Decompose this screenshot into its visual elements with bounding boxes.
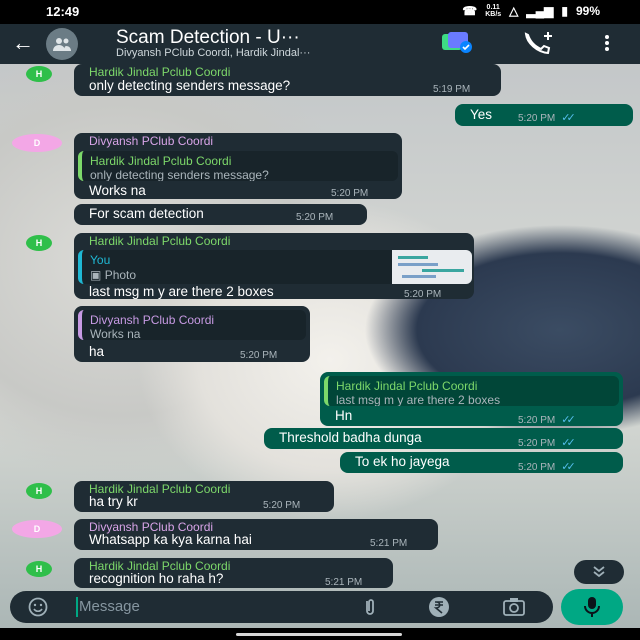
chat-participants[interactable]: Divyansh PClub Coordi, Hardik Jindal··· [116, 47, 416, 59]
sender-name: Hardik Jindal Pclub Coordi [89, 234, 231, 248]
quoted-sender: Hardik Jindal Pclub Coordi [336, 379, 478, 393]
read-ticks-icon: ✓✓ [561, 414, 576, 426]
message-bubble[interactable]: Divyansh PClub Coordi Hardik Jindal Pclu… [74, 133, 402, 199]
sender-avatar[interactable]: H [26, 235, 52, 251]
scroll-down-icon[interactable] [574, 560, 624, 584]
read-ticks-icon: ✓✓ [561, 112, 576, 124]
message-bubble[interactable]: Hardik Jindal Pclub Coordi recognition h… [74, 558, 393, 588]
message-composer: Message [10, 591, 553, 623]
quoted-text: ▣ Photo [90, 268, 136, 282]
status-time: 12:49 [46, 4, 80, 19]
message-text: recognition ho raha h? [89, 571, 224, 586]
message-text: ha try kr [89, 494, 138, 509]
message-time: 5:20 PM ✓✓ [518, 460, 576, 473]
quoted-sender: Hardik Jindal Pclub Coordi [90, 154, 232, 168]
status-icons: ☎ 0.11 KB/s △ ▂▄▆ ▮ 99% [462, 4, 600, 18]
message-bubble[interactable]: Hardik Jindal Pclub Coordi last msg m y … [320, 372, 623, 426]
message-time: 5:20 PM [263, 500, 301, 511]
quoted-message[interactable]: Hardik Jindal Pclub Coordi last msg m y … [324, 376, 619, 406]
attach-icon[interactable] [360, 597, 380, 622]
message-bubble[interactable]: For scam detection 5:20 PM [74, 204, 367, 225]
battery-level: 99% [575, 4, 600, 18]
sender-avatar[interactable]: D [12, 134, 62, 152]
message-time-text: 5:20 PM [518, 462, 556, 473]
sender-name: Divyansh PClub Coordi [89, 134, 214, 148]
message-bubble[interactable]: Hardik Jindal Pclub Coordi only detectin… [74, 64, 501, 96]
message-input[interactable]: Message [79, 598, 140, 615]
message-text: To ek ho jayega [355, 454, 450, 469]
more-options-icon[interactable] [604, 34, 610, 57]
message-text: Whatsapp ka kya karna hai [89, 532, 252, 547]
message-bubble[interactable]: Yes 5:20 PM ✓✓ [455, 104, 633, 126]
quoted-message[interactable]: Hardik Jindal Pclub Coordi only detectin… [78, 151, 398, 181]
message-text: only detecting senders message? [89, 78, 291, 93]
chat-title[interactable]: Scam Detection - U··· [116, 27, 416, 49]
message-time: 5:20 PM [296, 212, 334, 223]
status-bar: 12:49 ☎ 0.11 KB/s △ ▂▄▆ ▮ 99% [0, 0, 640, 24]
mic-icon[interactable] [561, 589, 623, 625]
back-arrow-icon[interactable]: ← [12, 30, 34, 56]
message-bubble[interactable]: Threshold badha dunga 5:20 PM ✓✓ [264, 428, 623, 449]
net-speed-unit: KB/s [485, 11, 502, 18]
quoted-text: last msg m y are there 2 boxes [336, 393, 501, 406]
message-time: 5:21 PM [325, 577, 363, 588]
text-cursor [76, 597, 78, 617]
camera-icon[interactable] [502, 597, 526, 622]
read-ticks-icon: ✓✓ [561, 461, 576, 473]
add-call-icon[interactable] [524, 32, 554, 59]
emoji-icon[interactable] [28, 597, 48, 622]
message-text: last msg m y are there 2 boxes [89, 284, 274, 299]
photo-icon: ▣ [90, 268, 102, 282]
message-time: 5:20 PM ✓✓ [518, 413, 576, 426]
message-time: 5:20 PM [404, 289, 442, 300]
quoted-message[interactable]: Divyansh PClub Coordi Works na [78, 310, 306, 340]
read-ticks-icon: ✓✓ [561, 437, 576, 449]
call-status-icon: ☎ [462, 4, 478, 18]
message-time-text: 5:20 PM [518, 438, 556, 449]
wifi-icon: △ [509, 4, 519, 18]
message-text: ha [89, 344, 105, 359]
system-nav-bar [0, 628, 640, 640]
message-time-text: 5:20 PM [518, 415, 556, 426]
message-text: Hn [335, 408, 353, 423]
photo-thumbnail[interactable] [392, 250, 472, 284]
message-time: 5:20 PM [240, 350, 278, 361]
sender-avatar[interactable]: D [12, 520, 62, 538]
message-bubble[interactable]: Hardik Jindal Pclub Coordi ha try kr 5:2… [74, 481, 334, 512]
meta-ai-icon[interactable] [440, 30, 474, 59]
quoted-text-label: Photo [104, 268, 137, 282]
chat-header: ← Scam Detection - U··· Divyansh PClub C… [0, 24, 640, 64]
message-time-text: 5:20 PM [518, 113, 556, 124]
quoted-text: only detecting senders message? [90, 168, 269, 181]
message-time: 5:19 PM [433, 84, 471, 95]
group-avatar-icon[interactable] [46, 28, 78, 60]
sender-name: Hardik Jindal Pclub Coordi [89, 65, 231, 79]
message-text: For scam detection [89, 206, 204, 221]
message-text: Threshold badha dunga [279, 430, 422, 445]
message-bubble[interactable]: Hardik Jindal Pclub Coordi You ▣ Photo l… [74, 233, 474, 300]
quoted-sender: You [90, 253, 111, 267]
message-bubble[interactable]: Divyansh PClub Coordi Works na ha 5:20 P… [74, 306, 310, 362]
sender-avatar[interactable]: H [26, 66, 52, 82]
rupee-icon[interactable] [428, 596, 450, 623]
message-bubble[interactable]: Divyansh PClub Coordi Whatsapp ka kya ka… [74, 519, 438, 550]
home-gesture-bar[interactable] [236, 633, 402, 636]
signal-icon: ▂▄▆ [526, 4, 554, 18]
quoted-text: Works na [90, 327, 141, 340]
sender-avatar[interactable]: H [26, 483, 52, 499]
message-time: 5:20 PM ✓✓ [518, 111, 576, 124]
message-time: 5:21 PM [370, 538, 408, 549]
message-time: 5:20 PM [331, 188, 369, 199]
message-time: 5:20 PM ✓✓ [518, 436, 576, 449]
quoted-sender: Divyansh PClub Coordi [90, 313, 215, 327]
message-bubble[interactable]: To ek ho jayega 5:20 PM ✓✓ [340, 452, 623, 473]
message-text: Works na [89, 183, 146, 198]
sender-avatar[interactable]: H [26, 561, 52, 577]
net-speed: 0.11 KB/s [485, 4, 501, 18]
net-speed-value: 0.11 [486, 4, 500, 11]
message-text: Yes [470, 107, 493, 122]
quoted-message[interactable]: You ▣ Photo [78, 250, 472, 284]
battery-icon: ▮ [561, 4, 568, 18]
